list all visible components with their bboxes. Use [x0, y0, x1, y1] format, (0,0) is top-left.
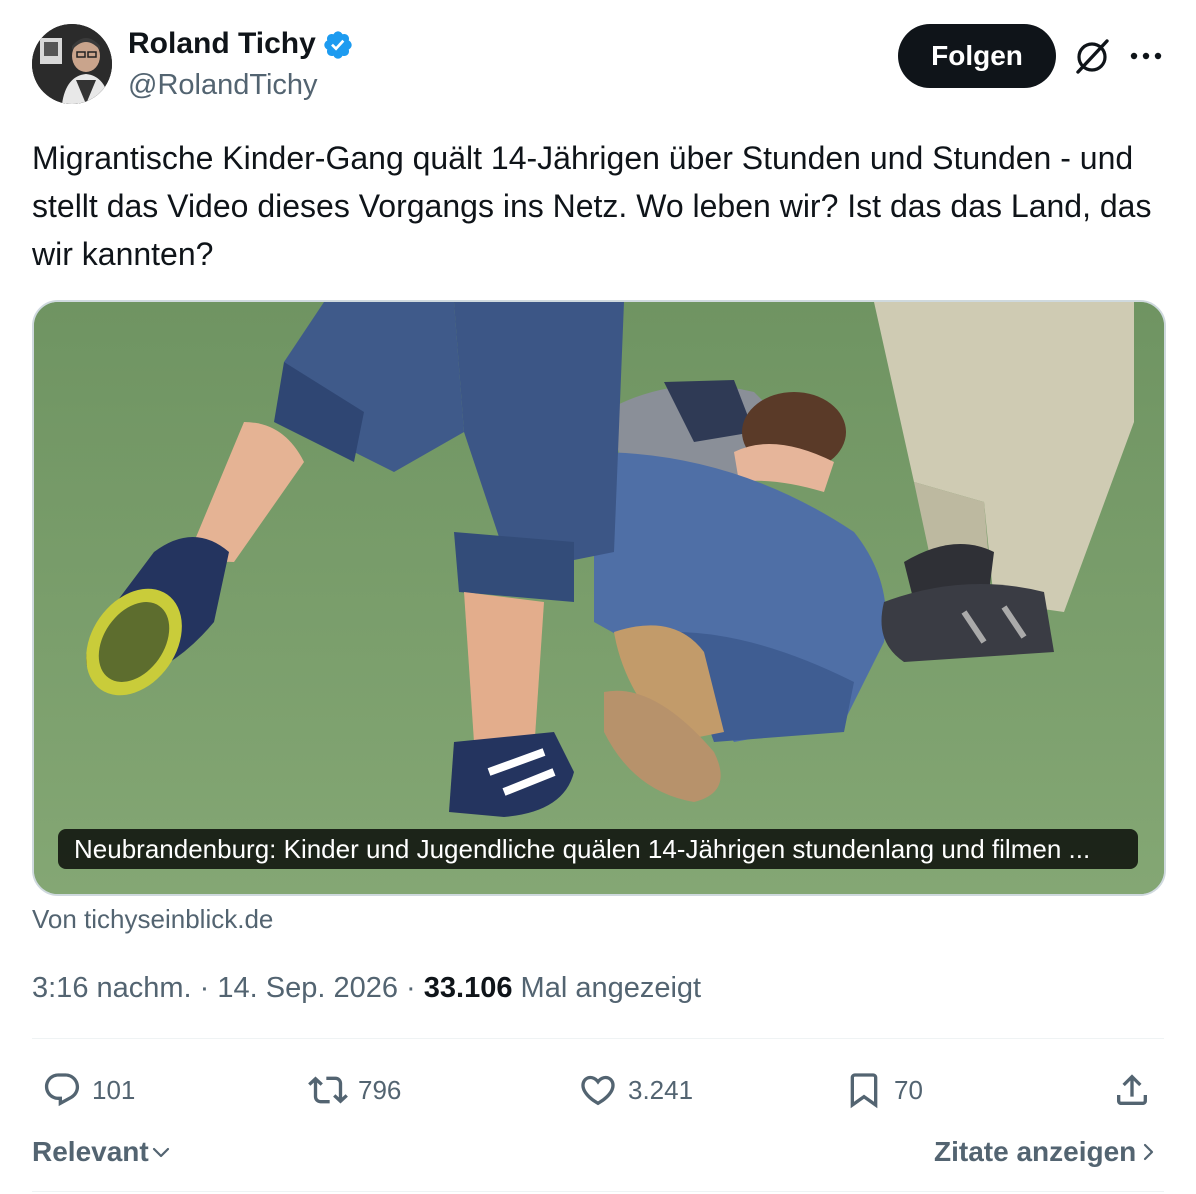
author-handle[interactable]: @RolandTichy	[128, 66, 318, 104]
card-image[interactable]	[34, 302, 1164, 894]
reply-count: 101	[92, 1074, 136, 1105]
like-button[interactable]: 3.241	[578, 1064, 693, 1116]
share-button[interactable]	[1112, 1064, 1162, 1116]
chevron-right-icon	[1144, 1143, 1154, 1161]
meta-separator: ·	[191, 972, 218, 1004]
like-count: 3.241	[628, 1074, 694, 1105]
bookmark-icon	[850, 1073, 878, 1109]
bookmark-button[interactable]: 70	[844, 1064, 923, 1116]
follow-button[interactable]: Folgen	[898, 24, 1056, 88]
divider	[32, 1038, 1164, 1039]
tweet-date[interactable]: 14. Sep. 2026	[217, 972, 398, 1004]
view-label: Mal angezeigt	[512, 972, 702, 1004]
reply-button[interactable]: 101	[42, 1064, 135, 1116]
verified-badge-icon	[324, 31, 352, 59]
sort-dropdown[interactable]: Relevant	[32, 1132, 173, 1172]
repost-button[interactable]: 796	[308, 1064, 401, 1116]
view-quotes-link[interactable]: Zitate anzeigen	[934, 1132, 1160, 1172]
card-caption[interactable]: Neubrandenburg: Kinder und Jugendliche q…	[58, 829, 1138, 869]
bookmark-count: 70	[894, 1074, 923, 1105]
divider	[32, 1191, 1164, 1192]
repost-count: 796	[358, 1074, 402, 1105]
view-count: 33.106	[423, 972, 513, 1004]
tweet-meta: 3:16 nachm. · 14. Sep. 2026 · 33.106 Mal…	[32, 966, 701, 1010]
sort-label: Relevant	[32, 1136, 149, 1167]
repost-icon	[308, 1076, 348, 1104]
quotes-label: Zitate anzeigen	[934, 1136, 1137, 1167]
tweet-time[interactable]: 3:16 nachm.	[32, 972, 192, 1004]
reply-icon	[44, 1073, 80, 1107]
grok-icon[interactable]	[1072, 36, 1112, 76]
link-card[interactable]	[32, 300, 1166, 896]
meta-separator: ·	[398, 972, 424, 1004]
tweet-text: Migrantische Kinder-Gang quält 14-Jährig…	[32, 140, 1152, 272]
heart-icon	[581, 1075, 615, 1106]
share-icon	[1117, 1074, 1147, 1105]
chevron-down-icon	[152, 1147, 169, 1158]
avatar[interactable]	[32, 24, 112, 104]
card-source[interactable]: Von tichyseinblick.de	[32, 902, 273, 936]
author-name[interactable]: Roland Tichy	[128, 24, 316, 64]
more-icon[interactable]	[1128, 40, 1164, 72]
